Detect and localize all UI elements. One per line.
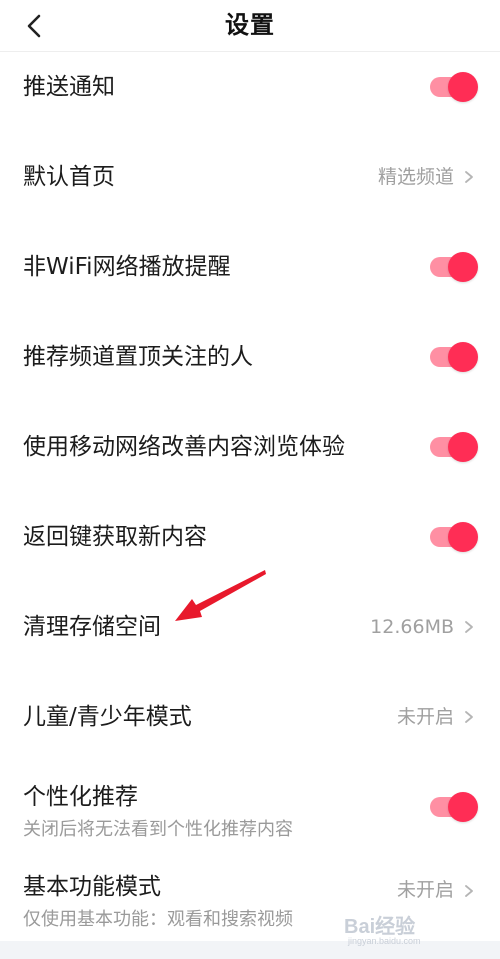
setting-teen-mode[interactable]: 儿童/青少年模式 未开启: [0, 672, 500, 762]
toggle-knob: [448, 522, 478, 552]
setting-label: 推送通知: [23, 74, 115, 100]
mobile-network-toggle[interactable]: [428, 432, 478, 462]
setting-pin-followed[interactable]: 推荐频道置顶关注的人: [0, 312, 500, 402]
annotation-arrow-icon: [175, 570, 266, 621]
setting-label: 儿童/青少年模式: [23, 704, 192, 730]
toggle-knob: [448, 432, 478, 462]
setting-label: 默认首页: [23, 164, 115, 190]
setting-label: 清理存储空间: [23, 614, 161, 640]
setting-value: 未开启: [396, 879, 454, 901]
storage-size-value: 12.66MB: [370, 616, 454, 638]
setting-value: 未开启: [396, 706, 454, 728]
toggle-knob: [448, 792, 478, 822]
chevron-right-icon: [465, 171, 473, 183]
non-wifi-reminder-toggle[interactable]: [428, 252, 478, 282]
setting-label: 基本功能模式: [23, 874, 161, 900]
settings-list: 推送通知 默认首页 精选频道 非WiFi网络播放提醒 推荐频道置顶关注的人 使用…: [0, 42, 500, 942]
setting-label: 推荐频道置顶关注的人: [23, 344, 253, 370]
setting-personalized-recommendation[interactable]: 个性化推荐 关闭后将无法看到个性化推荐内容: [0, 762, 500, 852]
toggle-knob: [448, 252, 478, 282]
setting-label: 使用移动网络改善内容浏览体验: [23, 434, 345, 460]
watermark-url: jingyan.baidu.com: [348, 936, 421, 946]
setting-value: 精选频道: [377, 166, 454, 188]
setting-default-homepage[interactable]: 默认首页 精选频道: [0, 132, 500, 222]
chevron-right-icon: [465, 885, 473, 897]
back-key-refresh-toggle[interactable]: [428, 522, 478, 552]
setting-label: 非WiFi网络播放提醒: [23, 254, 231, 280]
setting-sublabel: 关闭后将无法看到个性化推荐内容: [23, 819, 293, 840]
chevron-right-icon: [465, 711, 473, 723]
pin-followed-toggle[interactable]: [428, 342, 478, 372]
watermark-text: Bai经验: [344, 916, 416, 938]
setting-sublabel: 仅使用基本功能：观看和搜索视频: [23, 909, 293, 930]
toggle-knob: [448, 72, 478, 102]
chevron-right-icon: [465, 621, 473, 633]
personalized-recommendation-toggle[interactable]: [428, 792, 478, 822]
setting-mobile-network[interactable]: 使用移动网络改善内容浏览体验: [0, 402, 500, 492]
watermark-logo: Bai经验 jingyan.baidu.com: [344, 908, 494, 952]
toggle-knob: [448, 342, 478, 372]
setting-non-wifi-reminder[interactable]: 非WiFi网络播放提醒: [0, 222, 500, 312]
push-notifications-toggle[interactable]: [428, 72, 478, 102]
setting-label: 个性化推荐: [23, 784, 138, 810]
setting-push-notifications[interactable]: 推送通知: [0, 42, 500, 132]
